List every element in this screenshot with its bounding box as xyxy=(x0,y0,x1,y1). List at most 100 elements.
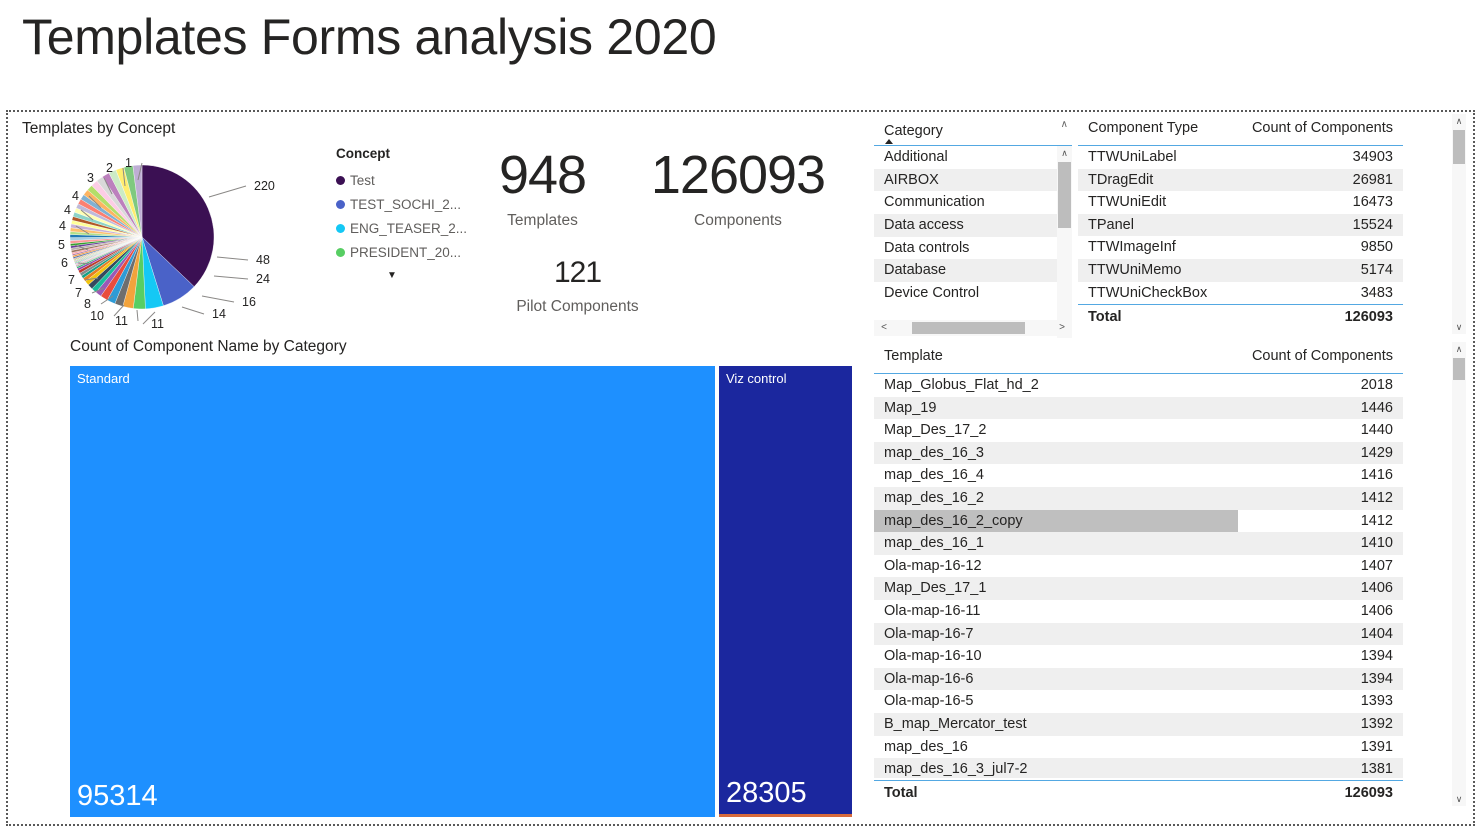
column-header-count-of-components[interactable]: Count of Components xyxy=(1238,344,1403,364)
treemap-title: Count of Component Name by Category xyxy=(70,338,347,356)
table-row[interactable]: Ola-map-16-71404 xyxy=(874,623,1403,646)
table-row[interactable]: TTWUniEdit16473 xyxy=(1078,191,1403,214)
slicer-item-device-control[interactable]: Device Control xyxy=(874,282,1072,305)
table-row[interactable]: TTWUniCheckBox3483 xyxy=(1078,282,1403,305)
kpi-card-templates[interactable]: 948 Templates xyxy=(460,148,625,230)
table-row[interactable]: TPanel15524 xyxy=(1078,214,1403,237)
table-row[interactable]: map_des_16_31429 xyxy=(874,442,1403,465)
scrollbar-thumb[interactable] xyxy=(1058,162,1071,228)
scroll-up-icon[interactable]: ∧ xyxy=(1452,342,1466,356)
table-row[interactable]: map_des_16_2_copy1412 xyxy=(874,510,1403,533)
table-cell-name: map_des_16_3_jul7-2 xyxy=(874,758,1238,778)
table-row[interactable]: TTWUniMemo5174 xyxy=(1078,259,1403,282)
table-row[interactable]: map_des_16_21412 xyxy=(874,487,1403,510)
table-row[interactable]: Map_191446 xyxy=(874,397,1403,420)
slicer-item-data-access[interactable]: Data access xyxy=(874,214,1072,237)
legend-expand-chevron-down-icon[interactable]: ▼ xyxy=(336,270,448,281)
pie-leader-line xyxy=(137,310,138,321)
table-row[interactable]: map_des_16_3_jul7-21381 xyxy=(874,758,1403,778)
scroll-down-icon[interactable]: ∨ xyxy=(1452,792,1466,806)
scrollbar-thumb[interactable] xyxy=(1453,130,1465,164)
column-header-count-of-components[interactable]: Count of Components xyxy=(1243,116,1403,136)
table-row[interactable]: Ola-map-16-111406 xyxy=(874,600,1403,623)
scroll-up-icon[interactable]: ∧ xyxy=(1452,114,1466,128)
table-cell-name: Ola-map-16-12 xyxy=(874,555,1238,578)
pie-leader-line xyxy=(182,307,204,314)
category-slicer[interactable]: Category ∧ Additional AIRBOX Communicati… xyxy=(874,116,1072,334)
scroll-left-icon[interactable]: < xyxy=(876,320,892,336)
table-cell-name: map_des_16 xyxy=(874,736,1238,759)
pie-legend[interactable]: Concept Test TEST_SOCHI_2... ENG_TEASER_… xyxy=(336,146,448,281)
table-cell-value: 1412 xyxy=(1238,487,1403,510)
scrollbar-thumb[interactable] xyxy=(912,322,1025,334)
column-header-template[interactable]: Template xyxy=(874,344,1238,364)
slicer-item-airbox[interactable]: AIRBOX xyxy=(874,169,1072,192)
slicer-collapse-chevron-up-icon[interactable]: ∧ xyxy=(1061,120,1068,130)
component-type-table[interactable]: Component Type Count of Components TTWUn… xyxy=(1078,116,1403,328)
table-row[interactable]: TTWUniLabel34903 xyxy=(1078,146,1403,169)
pie-leader-line xyxy=(217,257,248,260)
table-row[interactable]: map_des_161391 xyxy=(874,736,1403,759)
pie-chart-canvas[interactable]: 2204824161411111087765444321 xyxy=(24,142,324,332)
pie-data-label: 2 xyxy=(106,161,113,175)
table-row[interactable]: B_map_Mercator_test1392 xyxy=(874,713,1403,736)
table-row[interactable]: Map_Des_17_11406 xyxy=(874,577,1403,600)
treemap-canvas: Standard 95314 Viz control 28305 xyxy=(70,366,852,817)
pie-legend-title: Concept xyxy=(336,146,448,161)
sort-ascending-icon[interactable] xyxy=(885,139,893,144)
treemap-tile-viz-control[interactable]: Viz control 28305 xyxy=(719,366,852,817)
table-body[interactable]: Map_Globus_Flat_hd_22018Map_191446Map_De… xyxy=(874,374,1403,778)
pie-data-label: 8 xyxy=(84,297,91,311)
table-row[interactable]: Ola-map-16-61394 xyxy=(874,668,1403,691)
table-cell-name: Map_Globus_Flat_hd_2 xyxy=(874,374,1238,397)
table-row[interactable]: Ola-map-16-101394 xyxy=(874,645,1403,668)
column-header-component-type[interactable]: Component Type xyxy=(1078,116,1243,136)
slicer-item-additional[interactable]: Additional xyxy=(874,146,1072,169)
legend-item[interactable]: ENG_TEASER_2... xyxy=(336,216,448,240)
slicer-item-database[interactable]: Database xyxy=(874,259,1072,282)
pie-chart-visual[interactable]: Templates by Concept 2204824161411111087… xyxy=(18,120,448,335)
legend-item[interactable]: PRESIDENT_20... xyxy=(336,240,448,264)
pie-data-label: 7 xyxy=(68,273,75,287)
scroll-right-icon[interactable]: > xyxy=(1054,320,1070,336)
slicer-item-list[interactable]: Additional AIRBOX Communication Data acc… xyxy=(874,146,1072,305)
scroll-up-icon[interactable]: ∧ xyxy=(1057,146,1072,160)
legend-item[interactable]: Test xyxy=(336,168,448,192)
treemap-visual[interactable]: Count of Component Name by Category Stan… xyxy=(62,338,852,818)
table-cell-name: Ola-map-16-5 xyxy=(874,690,1238,713)
template-vertical-scrollbar[interactable]: ∧ ∨ xyxy=(1452,342,1466,806)
table-header-row: Template Count of Components xyxy=(874,344,1403,374)
table-row[interactable]: Map_Des_17_21440 xyxy=(874,419,1403,442)
slicer-item-data-controls[interactable]: Data controls xyxy=(874,237,1072,260)
pie-data-label: 11 xyxy=(115,314,128,328)
table-cell-value: 3483 xyxy=(1243,282,1403,305)
kpi-card-components[interactable]: 126093 Components xyxy=(628,148,848,230)
table-total-row: Total 126093 xyxy=(874,780,1403,804)
slicer-horizontal-scrollbar[interactable]: < > xyxy=(874,320,1072,336)
table-cell-name: TTWImageInf xyxy=(1078,236,1243,259)
kpi-card-pilot-components[interactable]: 121 Pilot Components xyxy=(470,258,685,316)
table-cell-value: 1404 xyxy=(1238,623,1403,646)
table-row[interactable]: map_des_16_41416 xyxy=(874,464,1403,487)
slicer-item-communication[interactable]: Communication xyxy=(874,191,1072,214)
legend-item[interactable]: TEST_SOCHI_2... xyxy=(336,192,448,216)
template-table[interactable]: Template Count of Components Map_Globus_… xyxy=(874,344,1403,806)
treemap-tile-label: Viz control xyxy=(726,371,786,386)
slicer-header[interactable]: Category ∧ xyxy=(874,116,1072,146)
legend-item-label: ENG_TEASER_2... xyxy=(350,221,467,236)
table-row[interactable]: Ola-map-16-121407 xyxy=(874,555,1403,578)
slicer-vertical-scrollbar[interactable]: ∧ ∨ xyxy=(1057,146,1072,338)
table-cell-value: 1407 xyxy=(1238,555,1403,578)
table-cell-name: Map_Des_17_2 xyxy=(874,419,1238,442)
table-row[interactable]: TDragEdit26981 xyxy=(1078,169,1403,192)
treemap-tile-standard[interactable]: Standard 95314 xyxy=(70,366,715,817)
table-row[interactable]: Ola-map-16-51393 xyxy=(874,690,1403,713)
legend-color-swatch-icon xyxy=(336,248,345,257)
component-type-vertical-scrollbar[interactable]: ∧ ∨ xyxy=(1452,114,1466,334)
table-row[interactable]: map_des_16_11410 xyxy=(874,532,1403,555)
table-row[interactable]: TTWImageInf9850 xyxy=(1078,236,1403,259)
pie-data-label: 220 xyxy=(254,179,275,193)
scroll-down-icon[interactable]: ∨ xyxy=(1452,320,1466,334)
table-row[interactable]: Map_Globus_Flat_hd_22018 xyxy=(874,374,1403,397)
scrollbar-thumb[interactable] xyxy=(1453,358,1465,380)
